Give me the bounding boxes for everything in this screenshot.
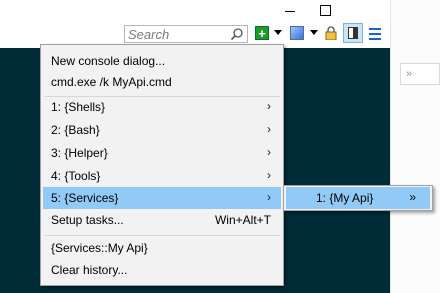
hamburger-menu-icon[interactable] (369, 28, 381, 40)
minimize-button[interactable] (270, 0, 310, 20)
maximize-button[interactable] (305, 0, 345, 20)
menu-item-label: 3: {Helper} (51, 146, 108, 160)
menu-item-label: New console dialog... (51, 54, 166, 68)
chevron-right-icon: › (267, 145, 271, 159)
search-icon[interactable] (230, 27, 244, 41)
panel-toggle-icon[interactable] (343, 23, 363, 43)
menu-item-label: Setup tasks... (51, 213, 124, 227)
menu-item-shortcut: Win+Alt+T (214, 213, 271, 227)
menu-item-bash[interactable]: 2: {Bash} › (43, 119, 281, 141)
new-console-icon[interactable]: + (255, 26, 269, 40)
menu-item-label: 2: {Bash} (51, 123, 100, 137)
menu-item-cmd-myapi[interactable]: cmd.exe /k MyApi.cmd (43, 71, 281, 93)
picture-dropdown-icon[interactable] (310, 30, 318, 35)
new-console-dropdown-icon[interactable] (274, 30, 282, 35)
submenu-item-label: 1: {My Api} (316, 191, 374, 205)
menu-item-clear-history[interactable]: Clear history... (43, 259, 281, 281)
menu-item-label: Clear history... (51, 263, 128, 277)
menu-separator (44, 235, 280, 236)
menu-item-label: 4: {Tools} (51, 169, 101, 183)
chevron-right-icon: › (267, 168, 271, 182)
context-menu: New console dialog... cmd.exe /k MyApi.c… (40, 44, 284, 286)
title-bar (0, 0, 390, 20)
background-window (390, 0, 440, 293)
chevron-right-icon: › (267, 190, 271, 204)
submenu-item-my-api[interactable]: 1: {My Api} » (286, 187, 430, 209)
menu-item-shells[interactable]: 1: {Shells} › (43, 96, 281, 118)
search-input[interactable] (128, 27, 224, 41)
double-chevron-right-icon: » (409, 190, 416, 204)
maximize-icon (319, 4, 331, 16)
menu-item-services[interactable]: 5: {Services} › (43, 187, 281, 209)
picture-icon[interactable] (290, 26, 304, 40)
menu-item-label: 1: {Shells} (51, 100, 106, 114)
menu-item-setup-tasks[interactable]: Setup tasks... Win+Alt+T (43, 209, 281, 231)
menu-item-services-myapi[interactable]: {Services::My Api} (43, 237, 281, 259)
menu-item-label: cmd.exe /k MyApi.cmd (51, 75, 172, 89)
menu-item-new-console-dialog[interactable]: New console dialog... (43, 50, 281, 72)
chevron-right-icon: › (267, 99, 271, 113)
menu-item-tools[interactable]: 4: {Tools} › (43, 165, 281, 187)
menu-item-label: {Services::My Api} (51, 241, 148, 255)
services-submenu: 1: {My Api} » (283, 185, 433, 211)
menu-item-label: 5: {Services} (51, 191, 119, 205)
lock-icon[interactable] (325, 26, 337, 40)
menu-item-helper[interactable]: 3: {Helper} › (43, 142, 281, 164)
chevron-right-icon: » (406, 68, 413, 80)
chevron-right-icon: › (267, 122, 271, 136)
search-box[interactable] (124, 25, 248, 43)
minimize-icon (285, 10, 295, 12)
